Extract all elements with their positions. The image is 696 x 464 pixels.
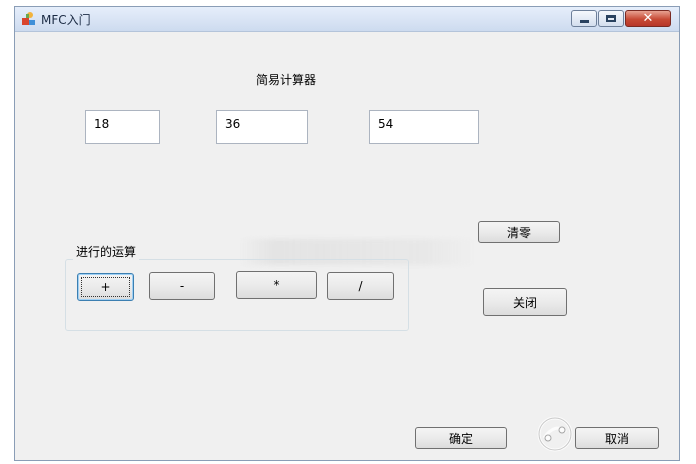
subtract-button-label: - (179, 279, 185, 293)
clear-button[interactable]: 清零 (478, 221, 560, 243)
ok-button-label: 确定 (448, 431, 473, 446)
maximize-icon (606, 15, 616, 22)
watermark-logo (534, 412, 674, 458)
dialog-window: MFC入门 ✕ 简易计算器 18 36 54 进行的运算 + - * / 清零 … (14, 6, 680, 461)
close-icon: ✕ (642, 11, 654, 26)
operand1-field[interactable]: 18 (85, 110, 160, 144)
close-button-label: 关闭 (512, 295, 537, 310)
divide-button-label: / (358, 279, 363, 293)
maximize-button[interactable] (598, 10, 624, 27)
add-button[interactable]: + (77, 273, 134, 301)
watermark-swirl-icon (537, 416, 573, 452)
ok-button[interactable]: 确定 (415, 427, 507, 449)
app-icon (22, 12, 35, 25)
title-bar[interactable]: MFC入门 ✕ (15, 7, 679, 32)
close-window-button[interactable]: ✕ (625, 10, 671, 27)
subtract-button[interactable]: - (149, 272, 215, 300)
minimize-button[interactable] (571, 10, 597, 27)
multiply-button-label: * (273, 278, 280, 292)
multiply-button[interactable]: * (236, 271, 317, 299)
close-button[interactable]: 关闭 (483, 288, 567, 316)
divide-button[interactable]: / (327, 272, 394, 300)
focus-ring (81, 277, 130, 297)
operations-group-label: 进行的运算 (73, 243, 140, 260)
window-title: MFC入门 (41, 13, 91, 27)
clear-button-label: 清零 (506, 225, 531, 240)
minimize-icon (579, 20, 589, 23)
operand2-field[interactable]: 36 (216, 110, 308, 144)
result-field[interactable]: 54 (369, 110, 479, 144)
calculator-heading: 简易计算器 (256, 73, 317, 87)
